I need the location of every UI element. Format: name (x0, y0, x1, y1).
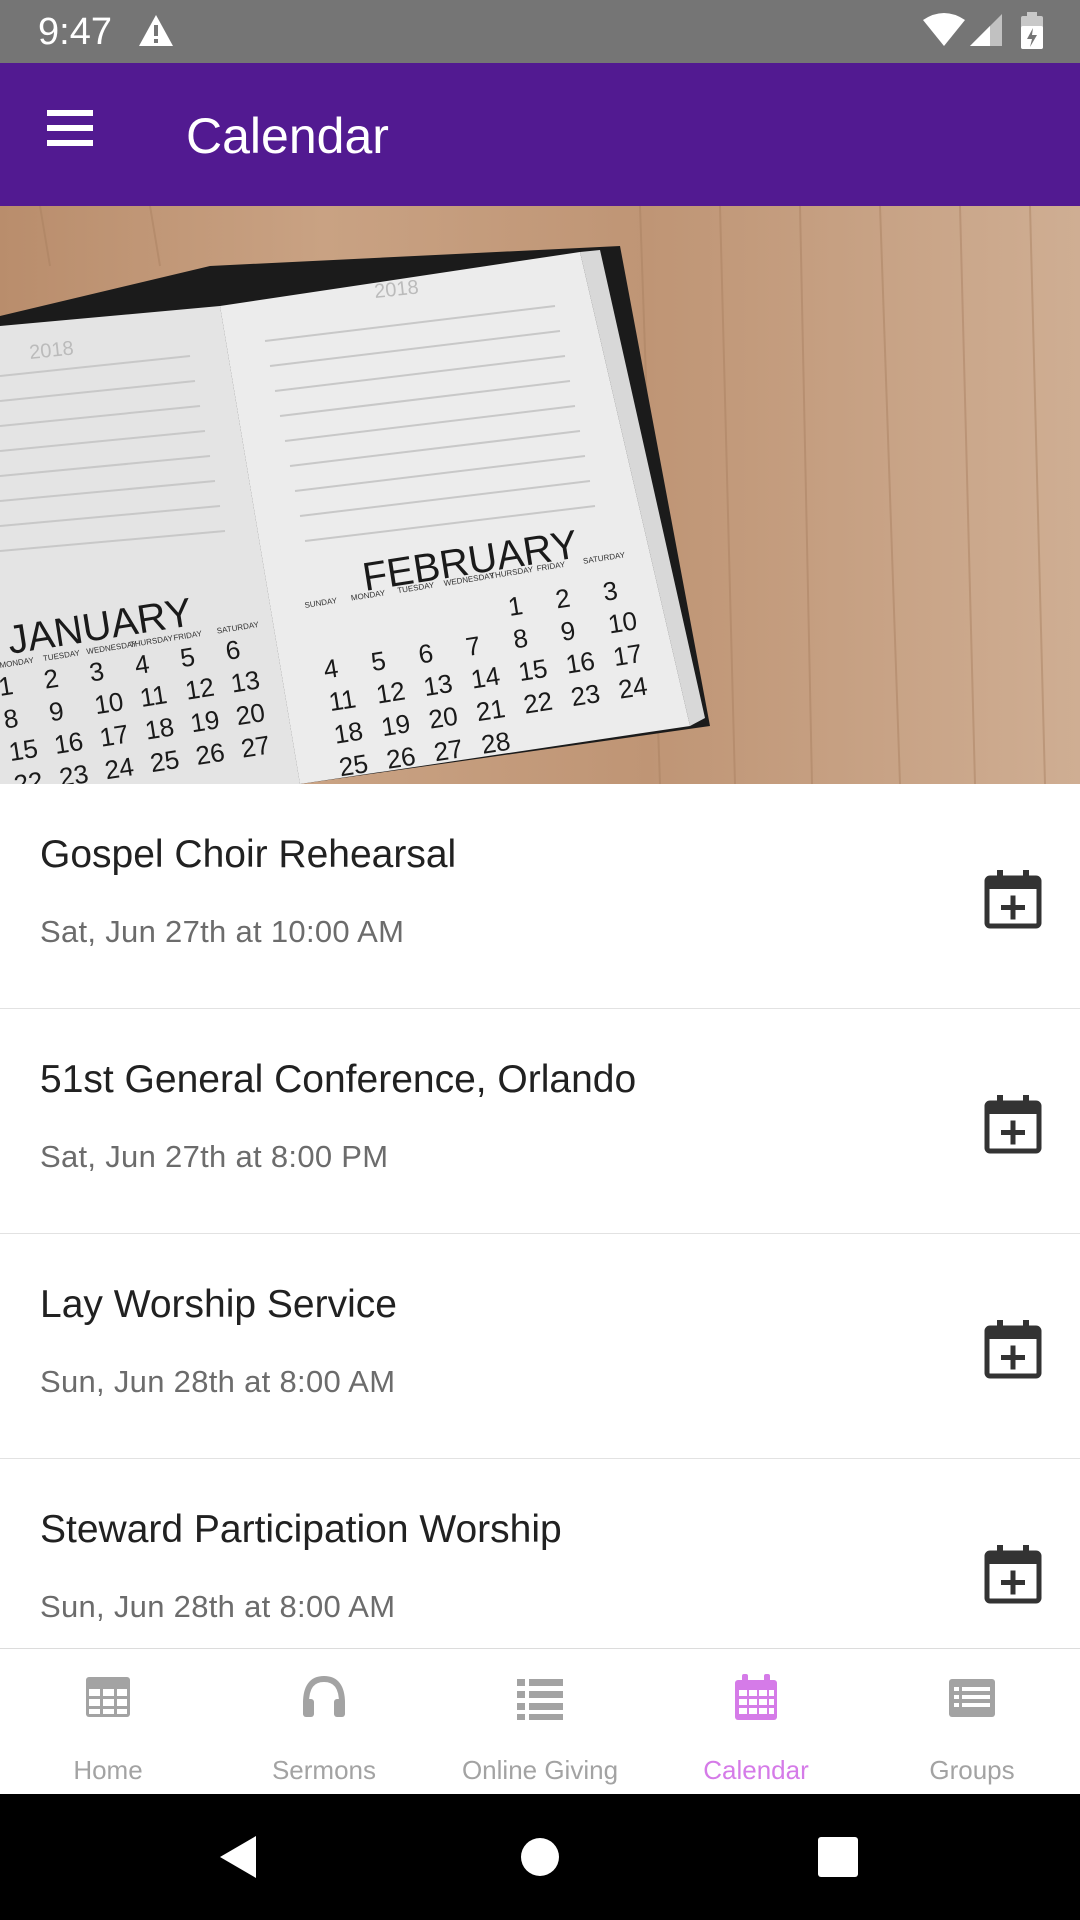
hero-day-number: 23 (57, 758, 90, 784)
nav-sermons[interactable]: Sermons (216, 1649, 432, 1795)
hero-day-number: 25 (148, 744, 181, 778)
hero-day-number: 18 (143, 711, 176, 745)
wifi-icon (923, 13, 965, 46)
list-icon (517, 1679, 563, 1720)
status-time: 9:47 (38, 11, 112, 53)
battery-icon (1021, 12, 1043, 49)
recents-icon[interactable] (813, 1832, 863, 1882)
hero-day-number: 27 (239, 730, 272, 764)
event-item[interactable]: Lay Worship Service Sun, Jun 28th at 8:0… (0, 1234, 1080, 1459)
warning-icon (139, 15, 173, 46)
event-title: Gospel Choir Rehearsal (40, 833, 457, 876)
hero-day-number: 25 (337, 748, 370, 782)
hero-day-number: 15 (7, 733, 40, 767)
hero-day-number: 11 (138, 679, 169, 713)
hero-day-number: 13 (229, 664, 262, 698)
hero-day-number: 22 (521, 686, 554, 720)
system-nav-bar (0, 1794, 1080, 1920)
status-bar: 9:47 (0, 0, 1080, 63)
hero-day-number: 19 (379, 708, 412, 742)
events-list: Gospel Choir Rehearsal Sat, Jun 27th at … (0, 784, 1080, 1648)
nav-calendar[interactable]: Calendar (648, 1649, 864, 1795)
signal-icon (970, 14, 1002, 46)
event-date: Sun, Jun 28th at 8:00 AM (40, 1364, 396, 1399)
event-date: Sun, Jun 28th at 8:00 AM (40, 1589, 396, 1624)
hero-day-number: 10 (606, 605, 639, 639)
nav-label: Calendar (703, 1755, 809, 1785)
groups-list-icon (949, 1679, 995, 1717)
hero-day-number: 13 (421, 668, 454, 702)
hero-day-number: 27 (432, 733, 465, 767)
nav-label: Online Giving (461, 1755, 619, 1785)
hero-day-number: 15 (516, 653, 549, 687)
hero-day-number: 22 (12, 766, 45, 784)
hero-day-number: 11 (327, 683, 358, 717)
hero-day-number: 24 (616, 670, 649, 704)
nav-home[interactable]: Home (0, 1649, 216, 1795)
hero-day-number: 23 (569, 678, 602, 712)
hero-day-number: 10 (92, 686, 125, 720)
menu-button[interactable] (30, 93, 110, 163)
hero-image: 2018 2018 JANUARY FEBRUARY MONDAY TUESDAY… (0, 206, 1080, 784)
page-title: Calendar (186, 108, 389, 164)
event-date: Sat, Jun 27th at 10:00 AM (40, 914, 405, 949)
hero-day-number: 17 (97, 719, 130, 753)
hero-day-number: 19 (188, 704, 221, 738)
hero-day-number: 21 (474, 693, 507, 727)
event-item[interactable]: 51st General Conference, Orlando Sat, Ju… (0, 1009, 1080, 1234)
event-date: Sat, Jun 27th at 8:00 PM (40, 1139, 389, 1174)
bottom-nav: Home Sermons Online Giving Calendar Grou… (0, 1648, 1080, 1794)
hero-day-number: 16 (564, 645, 597, 679)
back-icon[interactable] (214, 1832, 264, 1882)
nav-label: Sermons (271, 1755, 377, 1785)
grid-icon (86, 1677, 130, 1717)
event-item[interactable]: Steward Participation Worship Sun, Jun 2… (0, 1459, 1080, 1648)
hero-day-number: 26 (384, 741, 417, 775)
event-title: 51st General Conference, Orlando (40, 1058, 637, 1101)
hero-day-number: 26 (193, 737, 226, 771)
hero-day-number: 17 (611, 638, 644, 672)
nav-label: Groups (929, 1755, 1015, 1785)
hero-day-number: 12 (183, 672, 216, 706)
hero-day-number: 24 (103, 751, 136, 784)
headphones-icon (303, 1675, 345, 1717)
event-title: Steward Participation Worship (40, 1508, 562, 1551)
hero-day-number: 16 (52, 726, 85, 760)
hero-day-number: 18 (332, 716, 365, 750)
year-right: 2018 (373, 276, 420, 303)
home-icon[interactable] (515, 1832, 565, 1882)
hero-day-number: 20 (427, 701, 460, 735)
nav-groups[interactable]: Groups (864, 1649, 1080, 1795)
app-bar: Calendar (0, 63, 1080, 206)
hamburger-menu-icon (47, 110, 93, 146)
nav-online-giving[interactable]: Online Giving (432, 1649, 648, 1795)
calendar-add-icon[interactable] (983, 1543, 1043, 1605)
calendar-add-icon[interactable] (983, 1093, 1043, 1155)
calendar-icon (735, 1674, 777, 1720)
hero-day-number: 20 (234, 697, 267, 731)
year-left: 2018 (28, 337, 75, 364)
hero-day-number: 12 (374, 675, 407, 709)
calendar-add-icon[interactable] (983, 868, 1043, 930)
nav-label: Home (73, 1755, 143, 1785)
event-item[interactable]: Gospel Choir Rehearsal Sat, Jun 27th at … (0, 784, 1080, 1009)
hero-day-number: 28 (479, 726, 512, 760)
event-title: Lay Worship Service (40, 1283, 397, 1326)
hero-day-number: 14 (469, 660, 502, 694)
calendar-add-icon[interactable] (983, 1318, 1043, 1380)
